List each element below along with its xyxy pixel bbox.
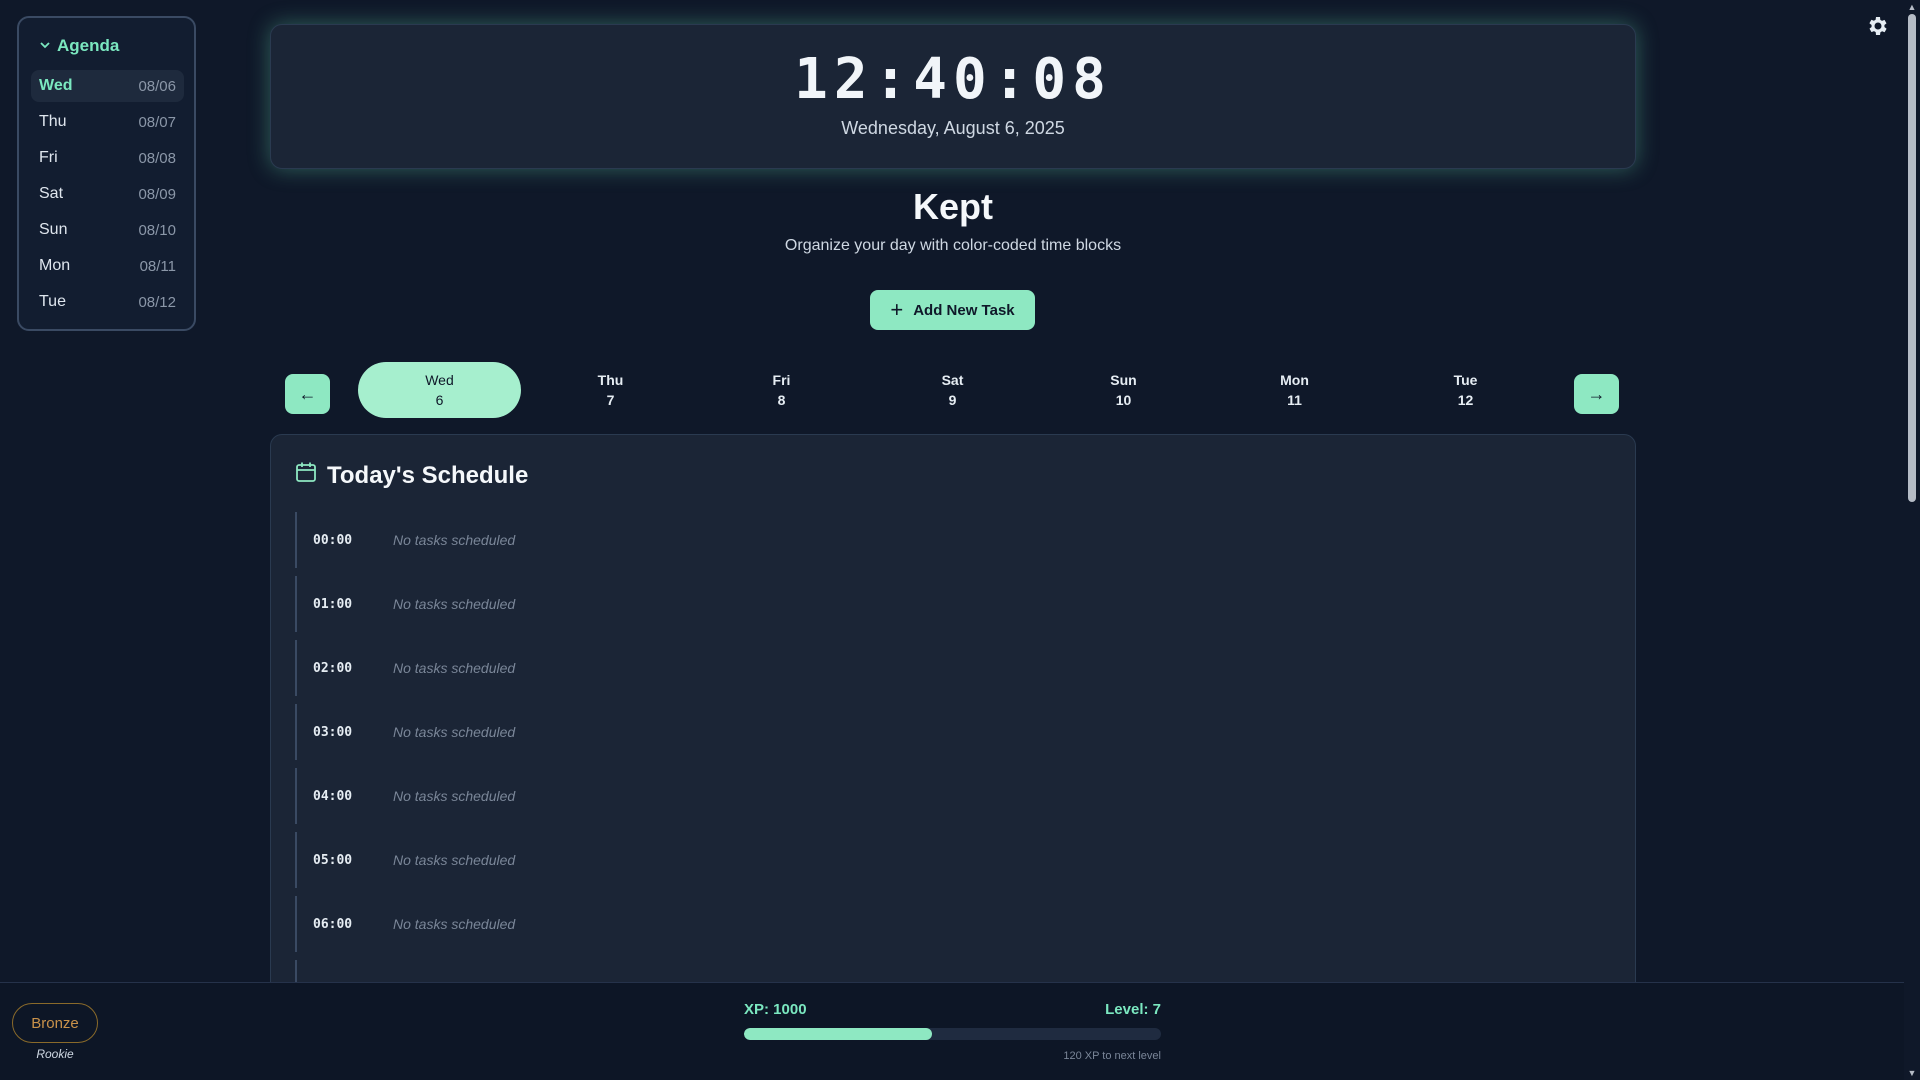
slot-time: 06:00 [313,916,353,932]
agenda-date: 08/11 [139,257,176,275]
agenda-title: Agenda [57,36,120,55]
rank-title: Rookie [36,1047,74,1061]
slot-time: 02:00 [313,660,353,676]
time-slot[interactable]: 04:00 No tasks scheduled [295,768,1611,824]
agenda-sidebar: Agenda Wed 08/06 Thu 08/07 Fri 08/08 Sat… [17,16,196,331]
prev-week-button[interactable]: ← [285,374,330,414]
agenda-item-sat[interactable]: Sat 08/09 [31,178,184,210]
agenda-day: Fri [39,149,58,166]
day-tab-sat[interactable]: Sat 9 [871,362,1034,418]
time-slot[interactable]: 03:00 No tasks scheduled [295,704,1611,760]
gear-icon[interactable] [1866,14,1890,38]
day-tab-day: Wed [425,372,454,388]
agenda-day: Sat [39,185,64,202]
slot-time: 04:00 [313,788,353,804]
agenda-day: Tue [39,293,66,310]
slot-empty: No tasks scheduled [393,916,516,932]
slot-empty: No tasks scheduled [393,724,516,740]
slot-empty: No tasks scheduled [393,596,516,612]
schedule-title: Today's Schedule [327,461,529,489]
scroll-up-icon[interactable]: ▲ [1906,2,1918,12]
agenda-item-sun[interactable]: Sun 08/10 [31,214,184,246]
agenda-date: 08/09 [138,185,176,203]
agenda-date: 08/06 [138,77,176,95]
day-tab-thu[interactable]: Thu 7 [529,362,692,418]
slot-empty: No tasks scheduled [393,788,516,804]
slot-time: 05:00 [313,852,353,868]
time-slot[interactable]: 02:00 No tasks scheduled [295,640,1611,696]
day-tab-num: 9 [948,392,957,408]
slot-time: 00:00 [313,532,353,548]
xp-progress-fill [744,1028,932,1040]
scroll-down-icon[interactable]: ▼ [1906,1068,1918,1078]
day-tab-day: Sun [1110,372,1137,388]
time-slot[interactable]: 06:00 No tasks scheduled [295,896,1611,952]
day-tab-day: Fri [772,372,791,388]
plus-icon: + [890,297,904,322]
clock-date: Wednesday, August 6, 2025 [841,118,1065,138]
next-week-button[interactable]: → [1574,374,1619,414]
bottom-status-bar: Bronze Rookie XP: 1000 Level: 7 120 XP t… [0,982,1904,1080]
day-tab-num: 6 [435,392,444,408]
slot-empty: No tasks scheduled [393,532,516,548]
calendar-icon [295,461,317,490]
xp-next-level: 120 XP to next level [1063,1050,1161,1062]
agenda-item-mon[interactable]: Mon 08/11 [31,250,184,282]
rank-badge[interactable]: Bronze [12,1003,98,1043]
agenda-date: 08/12 [138,293,176,311]
day-tab-mon[interactable]: Mon 11 [1213,362,1376,418]
time-slot[interactable]: 05:00 No tasks scheduled [295,832,1611,888]
agenda-date: 08/10 [138,221,176,239]
day-tab-sun[interactable]: Sun 10 [1042,362,1205,418]
day-tab-day: Mon [1280,372,1309,388]
app-subtitle: Organize your day with color-coded time … [784,237,1122,254]
clock-time: 12:40:08 [794,47,1112,112]
slot-time: 03:00 [313,724,353,740]
agenda-item-fri[interactable]: Fri 08/08 [31,142,184,174]
agenda-item-thu[interactable]: Thu 08/07 [31,106,184,138]
agenda-day: Thu [39,113,67,130]
time-slot[interactable]: 00:00 No tasks scheduled [295,512,1611,568]
day-tab-num: 10 [1115,392,1132,408]
agenda-day: Wed [39,77,73,94]
scrollbar-thumb[interactable] [1908,14,1916,502]
agenda-item-tue[interactable]: Tue 08/12 [31,286,184,318]
app-title: Kept [913,186,993,227]
xp-label: XP: 1000 [744,1001,807,1018]
day-tab-num: 8 [777,392,786,408]
day-tab-day: Thu [597,372,624,388]
agenda-item-wed[interactable]: Wed 08/06 [31,70,184,102]
day-tab-day: Sat [941,372,964,388]
day-tab-num: 7 [606,392,615,408]
time-slot[interactable]: 01:00 No tasks scheduled [295,576,1611,632]
chevron-down-icon [39,38,51,54]
slot-empty: No tasks scheduled [393,660,516,676]
slot-empty: No tasks scheduled [393,852,516,868]
level-label: Level: 7 [1105,1001,1161,1018]
day-tab-wed[interactable]: Wed 6 [358,362,521,418]
agenda-date: 08/08 [138,149,176,167]
agenda-date: 08/07 [138,113,176,131]
add-task-label: Add New Task [913,301,1015,319]
add-task-button[interactable]: + Add New Task [870,290,1035,330]
schedule-header: Today's Schedule [295,461,1611,490]
agenda-day: Mon [39,257,71,274]
day-tab-num: 12 [1457,392,1474,408]
xp-panel: XP: 1000 Level: 7 120 XP to next level [744,1001,1161,1062]
day-tab-num: 11 [1287,392,1302,408]
day-tab-tue[interactable]: Tue 12 [1384,362,1547,418]
agenda-toggle[interactable]: Agenda [39,36,184,56]
day-tab-day: Tue [1453,372,1478,388]
agenda-day: Sun [39,221,68,238]
xp-progress-bar [744,1028,1161,1040]
day-tab-fri[interactable]: Fri 8 [700,362,863,418]
clock-card: 12:40:08 Wednesday, August 6, 2025 [270,24,1636,169]
slot-time: 01:00 [313,596,353,612]
